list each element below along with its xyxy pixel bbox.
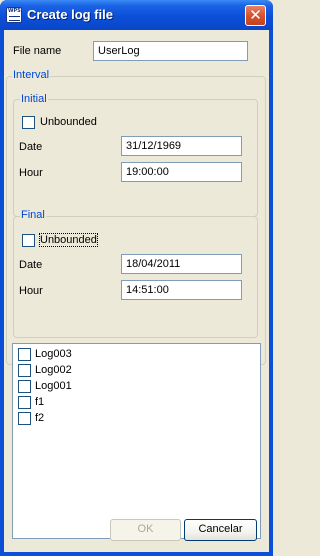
window-title: Create log file (27, 7, 113, 22)
log-item-checkbox[interactable] (18, 412, 31, 425)
log-item-label[interactable]: Log003 (35, 348, 72, 360)
cancel-button[interactable]: Cancelar (184, 519, 257, 541)
app-icon: WPS (6, 7, 22, 23)
final-hour-input[interactable]: 14:51:00 (121, 280, 242, 300)
final-unbounded-checkbox[interactable] (22, 234, 35, 247)
final-date-label: Date (19, 259, 43, 271)
log-list[interactable]: Log003 Log002 Log001 f1 f2 (12, 343, 261, 539)
log-item-checkbox[interactable] (18, 348, 31, 361)
final-legend: Final (20, 209, 46, 221)
interval-legend: Interval (12, 69, 51, 81)
title-bar[interactable]: WPS Create log file ✕ (0, 0, 273, 30)
close-icon[interactable]: ✕ (245, 5, 266, 26)
initial-date-input[interactable]: 31/12/1969 (121, 136, 242, 156)
initial-unbounded-checkbox[interactable] (22, 116, 35, 129)
file-name-label: File name (13, 45, 62, 57)
initial-hour-label: Hour (19, 167, 43, 179)
initial-unbounded-label[interactable]: Unbounded (40, 116, 97, 128)
file-name-input[interactable]: UserLog (93, 41, 248, 61)
log-item-checkbox[interactable] (18, 396, 31, 409)
dialog-window: WPS Create log file ✕ File name UserLog … (0, 0, 273, 556)
final-date-input[interactable]: 18/04/2011 (121, 254, 242, 274)
dialog-body: File name UserLog Interval Initial Unbou… (4, 30, 269, 552)
log-item-label[interactable]: Log002 (35, 364, 72, 376)
log-item-label[interactable]: f2 (35, 412, 44, 424)
initial-date-label: Date (19, 141, 43, 153)
log-item-checkbox[interactable] (18, 380, 31, 393)
final-unbounded-label[interactable]: Unbounded (39, 233, 98, 247)
initial-hour-input[interactable]: 19:00:00 (121, 162, 242, 182)
final-hour-label: Hour (19, 285, 43, 297)
log-item-checkbox[interactable] (18, 364, 31, 377)
app-icon-text: WPS (8, 8, 21, 14)
ok-button[interactable]: OK (110, 519, 181, 541)
initial-legend: Initial (20, 93, 48, 105)
log-item-label[interactable]: Log001 (35, 380, 72, 392)
log-item-label[interactable]: f1 (35, 396, 44, 408)
